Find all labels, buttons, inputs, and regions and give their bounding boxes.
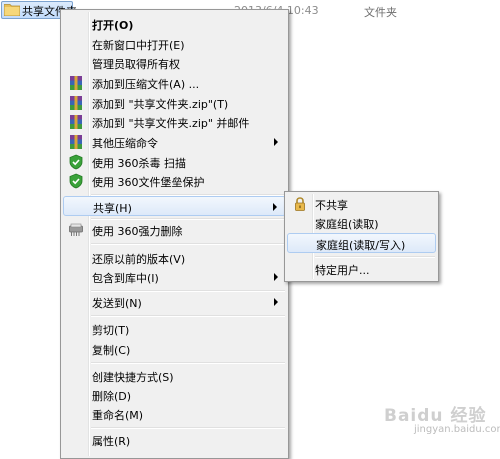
shield-icon <box>69 154 83 170</box>
menu-item-rename[interactable]: 重命名(M) <box>63 404 286 424</box>
menu-item-include-in-library[interactable]: 包含到库中(I) <box>63 267 286 287</box>
menu-item-label: 使用 360杀毒 扫描 <box>92 157 186 170</box>
menu-item-open[interactable]: 打开(O) <box>63 14 286 34</box>
menu-item-label: 重命名(M) <box>92 409 144 422</box>
winrar-icon <box>70 115 82 129</box>
winrar-icon <box>70 135 82 149</box>
menu-item-label: 删除(D) <box>92 390 132 403</box>
menu-item-360-scan[interactable]: 使用 360杀毒 扫描 <box>63 152 286 172</box>
menu-item-send-to[interactable]: 发送到(N) <box>63 292 286 312</box>
submenu-item-label: 家庭组(读取/写入) <box>316 239 406 252</box>
menu-item-label: 共享(H) <box>93 202 132 215</box>
menu-item-label: 其他压缩命令 <box>92 137 158 150</box>
menu-item-open-new-window[interactable]: 在新窗口中打开(E) <box>63 34 286 54</box>
submenu-item-homegroup-read[interactable]: 家庭组(读取) <box>287 213 436 233</box>
submenu-item-label: 不共享 <box>315 199 348 212</box>
submenu-item-label: 家庭组(读取) <box>315 218 379 231</box>
menu-item-copy[interactable]: 复制(C) <box>63 339 286 359</box>
context-menu: 打开(O) 在新窗口中打开(E) 管理员取得所有权 添加到压缩文件(A) ...… <box>60 9 289 459</box>
menu-separator <box>315 256 435 258</box>
menu-item-360-force-delete[interactable]: 使用 360强力删除 <box>63 220 286 240</box>
menu-item-label: 还原以前的版本(V) <box>92 253 186 266</box>
menu-item-other-compress-commands[interactable]: 其他压缩命令 <box>63 132 286 152</box>
watermark-url: jingyan.baidu.com <box>414 424 500 435</box>
lock-icon <box>295 197 305 211</box>
menu-item-create-shortcut[interactable]: 创建快捷方式(S) <box>63 366 286 386</box>
menu-item-add-to-zip[interactable]: 添加到 "共享文件夹.zip"(T) <box>63 93 286 113</box>
winrar-icon <box>70 76 82 90</box>
menu-separator <box>91 362 285 364</box>
menu-item-label: 剪切(T) <box>92 324 130 337</box>
menu-separator <box>91 243 285 245</box>
menu-item-delete[interactable]: 删除(D) <box>63 385 286 405</box>
menu-item-label: 管理员取得所有权 <box>92 58 180 71</box>
menu-separator <box>91 315 285 317</box>
submenu-item-homegroup-read-write[interactable]: 家庭组(读取/写入) <box>287 233 436 253</box>
file-type: 文件夹 <box>364 6 397 19</box>
submenu-item-no-share[interactable]: 不共享 <box>287 194 436 214</box>
menu-item-label: 添加到压缩文件(A) ... <box>92 78 200 91</box>
submenu-item-label: 特定用户... <box>315 264 370 277</box>
menu-item-360-protect[interactable]: 使用 360文件堡垒保护 <box>63 171 286 191</box>
menu-item-label: 属性(R) <box>92 435 131 448</box>
menu-item-take-ownership[interactable]: 管理员取得所有权 <box>63 53 286 73</box>
submenu-arrow-icon <box>274 298 278 306</box>
share-submenu: 不共享 家庭组(读取) 家庭组(读取/写入) 特定用户... <box>284 191 439 282</box>
menu-item-label: 添加到 "共享文件夹.zip" 并邮件 <box>92 117 250 130</box>
menu-item-label: 在新窗口中打开(E) <box>92 39 185 52</box>
shredder-icon <box>69 223 83 236</box>
menu-item-restore-versions[interactable]: 还原以前的版本(V) <box>63 248 286 268</box>
watermark-text: Baidu 经验 <box>384 406 487 426</box>
submenu-item-specific-users[interactable]: 特定用户... <box>287 259 436 279</box>
menu-item-label: 创建快捷方式(S) <box>92 371 174 384</box>
menu-item-label: 使用 360强力删除 <box>92 225 183 238</box>
submenu-arrow-icon <box>273 203 277 211</box>
winrar-icon <box>70 96 82 110</box>
menu-separator <box>91 427 285 429</box>
menu-item-label: 添加到 "共享文件夹.zip"(T) <box>92 98 229 111</box>
menu-item-share[interactable]: 共享(H) <box>63 196 286 216</box>
menu-item-cut[interactable]: 剪切(T) <box>63 319 286 339</box>
submenu-arrow-icon <box>274 273 278 281</box>
baidu-jingyan-watermark: Baidu 经验 jingyan.baidu.com <box>384 399 500 443</box>
menu-item-add-to-zip-and-email[interactable]: 添加到 "共享文件夹.zip" 并邮件 <box>63 112 286 132</box>
menu-item-label: 打开(O) <box>92 19 134 32</box>
menu-item-label: 使用 360文件堡垒保护 <box>92 176 205 189</box>
submenu-arrow-icon <box>274 138 278 146</box>
menu-item-properties[interactable]: 属性(R) <box>63 430 286 450</box>
menu-item-label: 复制(C) <box>92 344 131 357</box>
menu-item-label: 包含到库中(I) <box>92 272 159 285</box>
menu-item-add-to-archive[interactable]: 添加到压缩文件(A) ... <box>63 73 286 93</box>
folder-icon <box>4 4 20 16</box>
shield-icon <box>69 173 83 189</box>
menu-item-label: 发送到(N) <box>92 297 142 310</box>
